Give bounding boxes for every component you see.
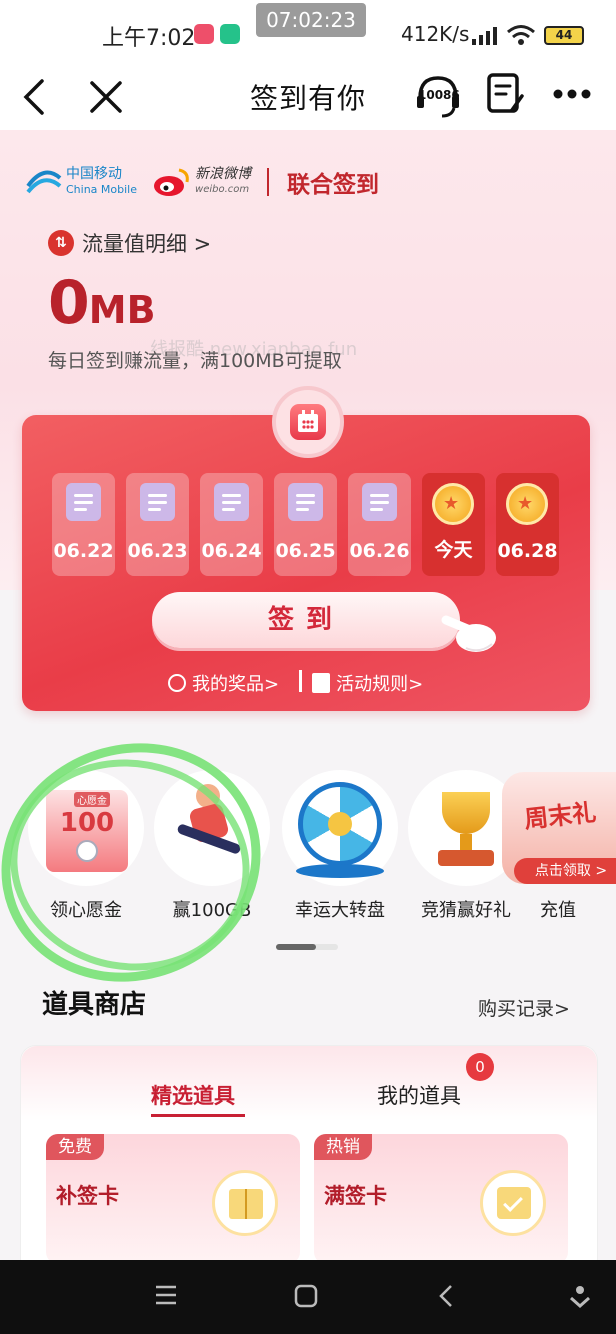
signal-icon (472, 27, 497, 45)
system-back-icon[interactable] (438, 1284, 454, 1312)
pointing-hand-icon (441, 615, 496, 652)
brand-header: 中国移动 China Mobile 新浪微博 weibo.com 联合签到 (26, 165, 379, 199)
document-icon (214, 483, 249, 521)
flow-amount: 0 (48, 268, 90, 338)
hotline-label: 10086 (418, 88, 460, 102)
quick-item-recharge[interactable]: 周末礼 点击领取 > 充值 (500, 770, 616, 922)
battery-indicator: 44 (544, 26, 584, 45)
product-card-makeup[interactable]: 免费 补签卡 (46, 1134, 300, 1264)
book-icon (212, 1170, 278, 1236)
status-time: 上午7:02 (102, 26, 196, 51)
network-speed: 412K/s (401, 22, 470, 46)
product-name: 补签卡 (56, 1184, 119, 1208)
clock-overlay: 07:02:23 (256, 3, 366, 37)
weibo-logo-icon (154, 168, 189, 196)
home-icon[interactable] (294, 1284, 318, 1312)
flow-balance: 0MB (48, 268, 156, 338)
signin-button[interactable]: 签到 (152, 592, 460, 648)
prize-wheel-icon (282, 770, 398, 886)
menu-icon[interactable] (154, 1284, 178, 1310)
active-tab-underline (151, 1114, 245, 1117)
purchase-records-link[interactable]: 购买记录> (478, 994, 570, 1021)
store-panel-header (21, 1046, 597, 1121)
star-coin-icon: ★ (506, 483, 548, 525)
my-prizes-label: 我的奖品> (192, 674, 280, 695)
day-cell: 06.25 (274, 473, 337, 576)
top-nav: 签到有你 10086 (0, 64, 616, 130)
weibo-logo-text: 新浪微博 weibo.com (195, 166, 252, 196)
day-cell: 06.24 (200, 473, 263, 576)
more-icon[interactable] (552, 88, 592, 100)
rules-link[interactable]: 活动规则> (312, 670, 423, 696)
carousel-indicator (276, 944, 338, 950)
quick-item-lucky-wheel[interactable]: 幸运大转盘 (282, 770, 398, 922)
china-mobile-logo-icon (26, 170, 62, 194)
store-title: 道具商店 (42, 990, 147, 1020)
day-cell: 06.23 (126, 473, 189, 576)
document-icon (288, 483, 323, 521)
document-icon (66, 483, 101, 521)
app-notification-icon-2 (220, 24, 240, 44)
product-tag: 免费 (46, 1134, 104, 1160)
document-icon (140, 483, 175, 521)
coins-icon (168, 674, 186, 692)
my-prizes-link[interactable]: 我的奖品> (168, 670, 279, 696)
flow-unit: MB (88, 288, 156, 332)
rules-doc-icon (312, 673, 331, 693)
flow-details-label: 流量值明细 > (82, 232, 212, 256)
document-icon (362, 483, 397, 521)
day-label: 06.22 (53, 540, 114, 562)
quick-item-label: 充值 (540, 900, 576, 921)
product-card-full[interactable]: 热销 满签卡 (314, 1134, 568, 1264)
assistant-icon[interactable] (568, 1284, 592, 1312)
day-cell: 06.22 (52, 473, 115, 576)
customer-service-button[interactable]: 10086 (414, 72, 462, 120)
product-tag: 热销 (314, 1134, 372, 1160)
rules-label: 活动规则> (336, 674, 424, 695)
wifi-icon (507, 25, 535, 45)
star-coin-icon: ★ (432, 483, 474, 525)
joint-signin-label: 联合签到 (287, 172, 380, 198)
weekend-gift-banner: 周末礼 点击领取 > (502, 772, 616, 884)
day-label: 06.25 (275, 540, 336, 562)
calendar-icon (272, 386, 344, 458)
quick-item-label: 幸运大转盘 (295, 900, 385, 921)
calendar-check-icon (480, 1170, 546, 1236)
app-notification-icon (194, 24, 214, 44)
flow-icon: ⇅ (48, 230, 74, 256)
day-cell-today: ★ 今天 (422, 473, 485, 576)
flow-details-link[interactable]: ⇅ 流量值明细 > (48, 228, 211, 258)
signin-links: 我的奖品> 活动规则> (168, 670, 423, 696)
tab-my-items[interactable]: 我的道具 (377, 1080, 461, 1110)
day-label: 06.26 (349, 540, 410, 562)
feedback-icon[interactable] (486, 72, 526, 116)
day-cell: ★ 06.28 (496, 473, 559, 576)
status-bar: 上午7:02 07:02:23 412K/s 44 (0, 0, 616, 64)
signin-days: 06.22 06.23 06.24 06.25 06.26 ★ 今天 ★ 06.… (52, 473, 559, 576)
link-divider (299, 670, 303, 692)
weekend-gift-cta[interactable]: 点击领取 > (514, 858, 616, 884)
brand-divider (267, 168, 270, 196)
flow-description: 每日签到赚流量，满100MB可提取 (48, 350, 342, 372)
day-label: 06.23 (127, 540, 188, 562)
day-cell: 06.26 (348, 473, 411, 576)
weekend-gift-title: 周末礼 (522, 798, 598, 834)
my-items-badge: 0 (466, 1053, 494, 1081)
tab-featured-items[interactable]: 精选道具 (151, 1080, 235, 1110)
product-name: 满签卡 (324, 1184, 387, 1208)
day-label: 今天 (434, 539, 473, 561)
day-label: 06.28 (497, 540, 558, 562)
day-label: 06.24 (201, 540, 262, 562)
system-nav-bar (0, 1260, 616, 1334)
china-mobile-logo-text: 中国移动 China Mobile (66, 166, 138, 197)
